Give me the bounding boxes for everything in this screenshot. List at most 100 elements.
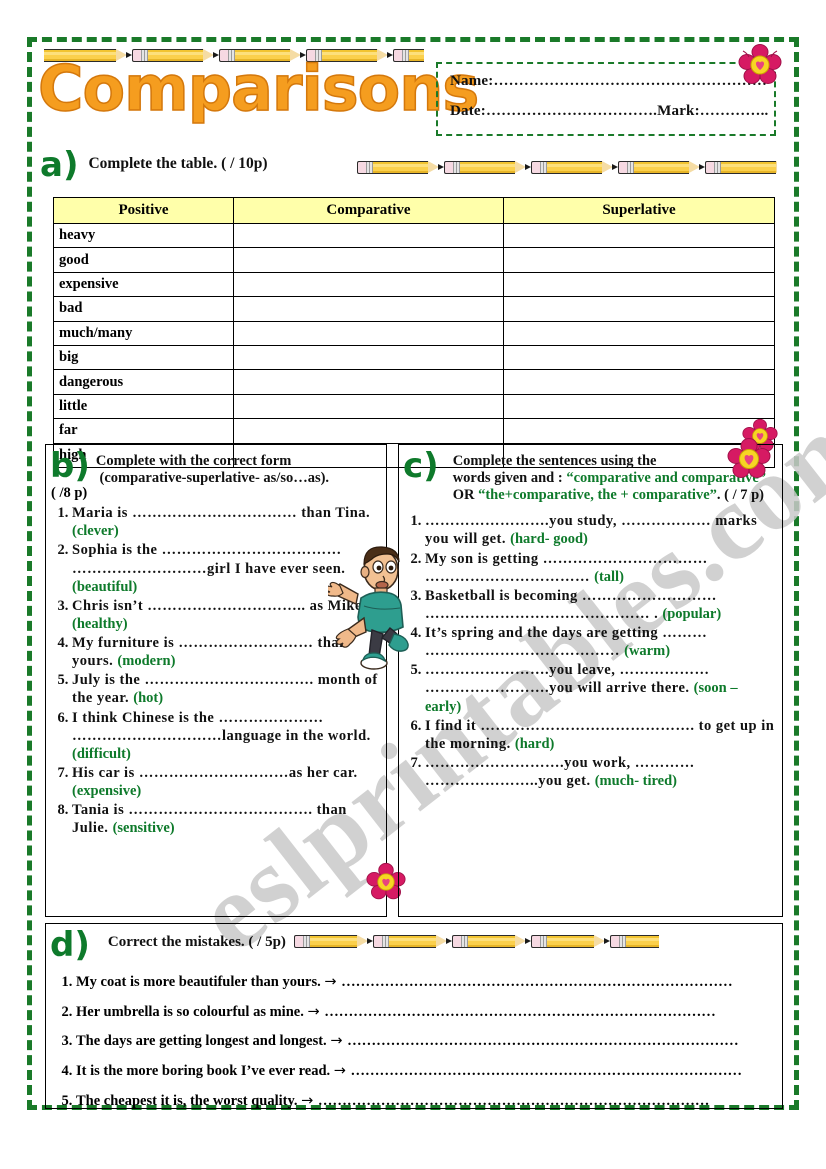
list-item[interactable]: My son is getting …………………………… …………………………… xyxy=(425,550,776,586)
question-text: My furniture is ……………………… than yours. xyxy=(72,635,348,670)
section-b-instruction-line2: (comparative-superlative- as/so…as). xyxy=(99,470,330,487)
cell-superlative-blank[interactable] xyxy=(503,320,775,346)
hint-word: (expensive) xyxy=(72,783,142,800)
question-text: Sophia is the ……………………………… ………………………girl… xyxy=(72,542,346,577)
list-item[interactable]: I find it ……………………………………. to get up in t… xyxy=(425,717,776,753)
cell-superlative-blank[interactable] xyxy=(503,222,775,249)
table-row: dangerous xyxy=(53,369,775,395)
list-item[interactable]: …………………….you study, ……………… marks you wil… xyxy=(425,512,776,548)
pencil-icon xyxy=(451,934,531,949)
section-c-highlight-2: “the+comparative, the + comparative” xyxy=(478,487,717,504)
cell-superlative-blank[interactable] xyxy=(503,393,775,420)
pencil-icon xyxy=(609,934,659,949)
answer-blank[interactable]: ……………………………………………………………………… xyxy=(347,1033,739,1049)
section-c-header: c) Complete the sentences using the word… xyxy=(399,445,782,504)
list-item[interactable]: It is the more boring book I’ve ever rea… xyxy=(76,1057,772,1087)
cell-positive: big xyxy=(53,344,234,371)
cell-comparative-blank[interactable] xyxy=(233,369,504,395)
hint-word: (hard) xyxy=(514,735,555,752)
hint-word: (hard- good) xyxy=(510,531,588,548)
section-b-header: b) Complete with the correct form (compa… xyxy=(46,445,386,487)
question-text: Chris isn’t ………………………….. as Mike. xyxy=(72,597,367,614)
hint-word: (popular) xyxy=(662,605,722,622)
table-body: heavy good expensive bad much/many big dangero… xyxy=(53,222,775,468)
section-d-header: d) Correct the mistakes. ( / 5p) xyxy=(46,924,782,962)
cell-positive: far xyxy=(53,418,234,444)
list-item[interactable]: Maria is …………………………… than Tina. (clever) xyxy=(72,504,380,540)
hint-word: (hot) xyxy=(133,690,164,707)
cell-comparative-blank[interactable] xyxy=(233,222,504,249)
list-item[interactable]: The days are getting longest and longest… xyxy=(76,1027,772,1057)
list-item[interactable]: The cheapest it is, the worst quality. →… xyxy=(76,1087,772,1117)
section-a-instruction: Complete the table. ( / 10p) xyxy=(88,155,268,172)
list-item[interactable]: Basketball is becoming ……………………… …………………… xyxy=(425,587,776,623)
pencil-icon xyxy=(372,934,452,949)
section-d-instruction: Correct the mistakes. ( / 5p) xyxy=(107,934,286,950)
list-item[interactable]: I think Chinese is the ………………… ………………………… xyxy=(72,709,380,763)
cell-comparative-blank[interactable] xyxy=(233,320,504,346)
answer-blank[interactable]: ……………………………………………………………………… xyxy=(351,1063,743,1079)
section-b-panel: b) Complete with the correct form (compa… xyxy=(45,444,387,917)
list-item[interactable]: Tania is ………………………………. than Julie. (sens… xyxy=(72,801,380,837)
question-text: His car is …………………………as her car. xyxy=(72,764,358,781)
cell-comparative-blank[interactable] xyxy=(233,344,504,371)
cell-comparative-blank[interactable] xyxy=(233,393,504,420)
sentence-text: The days are getting longest and longest… xyxy=(76,1033,331,1050)
cell-positive: bad xyxy=(53,296,234,322)
student-info-box: Name:……………………………………………… Date:……………………………… xyxy=(436,62,776,136)
hint-word: (tall) xyxy=(594,568,624,585)
table-row: much/many xyxy=(53,320,775,346)
table-header-row: Positive Comparative Superlative xyxy=(53,197,775,224)
pencil-icon xyxy=(531,160,618,175)
cell-comparative-blank[interactable] xyxy=(233,418,504,444)
cell-positive: expensive xyxy=(53,271,234,298)
cell-positive: much/many xyxy=(53,320,234,346)
column-header-superlative: Superlative xyxy=(503,197,775,224)
section-a-letter: a) xyxy=(40,145,79,185)
list-item[interactable]: It’s spring and the days are getting ………… xyxy=(425,624,776,660)
table-row: good xyxy=(53,247,775,273)
section-d-question-list: My coat is more beautifuler than yours. … xyxy=(46,968,782,1117)
name-field-label[interactable]: Name:……………………………………………… xyxy=(450,73,767,90)
table-row: heavy xyxy=(53,222,775,249)
arrow-icon: → xyxy=(301,1092,318,1109)
pencil-divider-section-a xyxy=(357,158,777,176)
pencil-icon xyxy=(705,160,777,175)
hint-word: (sensitive) xyxy=(112,820,175,837)
list-item[interactable]: His car is …………………………as her car. (expens… xyxy=(72,764,380,800)
section-b-instruction: Complete with the correct form (comparat… xyxy=(96,453,329,487)
pencil-icon xyxy=(444,160,531,175)
sentence-text: Her umbrella is so colourful as mine. xyxy=(76,1003,308,1020)
section-b-points: ( /8 p) xyxy=(51,485,88,502)
date-mark-field-label[interactable]: Date:…………………………….Mark:………….. xyxy=(450,103,768,120)
arrow-icon: → xyxy=(324,974,342,990)
question-text: I find it ……………………………………. to get up in t… xyxy=(425,717,775,752)
list-item[interactable]: Her umbrella is so colourful as mine. → … xyxy=(76,998,772,1028)
cartoon-boy-icon xyxy=(325,546,424,679)
cell-comparative-blank[interactable] xyxy=(233,247,504,273)
list-item[interactable]: My coat is more beautifuler than yours. … xyxy=(76,968,772,998)
cell-comparative-blank[interactable] xyxy=(233,296,504,322)
answer-blank[interactable]: ……………………………………………………………………… xyxy=(324,1004,716,1020)
cell-superlative-blank[interactable] xyxy=(503,247,775,273)
table-row: far xyxy=(53,418,775,444)
section-c-instruction-mid: OR xyxy=(452,487,479,504)
answer-blank[interactable]: ……………………………………………………………………… xyxy=(318,1093,710,1109)
cell-positive: heavy xyxy=(53,222,234,249)
answer-blank[interactable]: ……………………………………………………………………… xyxy=(341,974,733,990)
question-text: My son is getting …………………………… …………………………… xyxy=(425,550,708,585)
cell-comparative-blank[interactable] xyxy=(233,271,504,298)
hint-word: (modern) xyxy=(117,653,176,670)
sentence-text: It is the more boring book I’ve ever rea… xyxy=(76,1063,334,1080)
cell-superlative-blank[interactable] xyxy=(503,344,775,371)
section-b-letter: b) xyxy=(50,446,90,486)
cell-superlative-blank[interactable] xyxy=(503,271,775,298)
section-c-letter: c) xyxy=(403,446,439,486)
cell-superlative-blank[interactable] xyxy=(503,369,775,395)
cell-positive: little xyxy=(53,393,234,420)
list-item[interactable]: …………………….you leave, ……………… …………………….you … xyxy=(425,661,776,715)
cell-superlative-blank[interactable] xyxy=(503,296,775,322)
section-c-question-list: …………………….you study, ……………… marks you wil… xyxy=(399,512,782,790)
section-a-header: a) Complete the table. ( / 10p) xyxy=(40,148,268,182)
list-item[interactable]: ……………………….you work, ………… …………………..you ge… xyxy=(425,754,776,790)
